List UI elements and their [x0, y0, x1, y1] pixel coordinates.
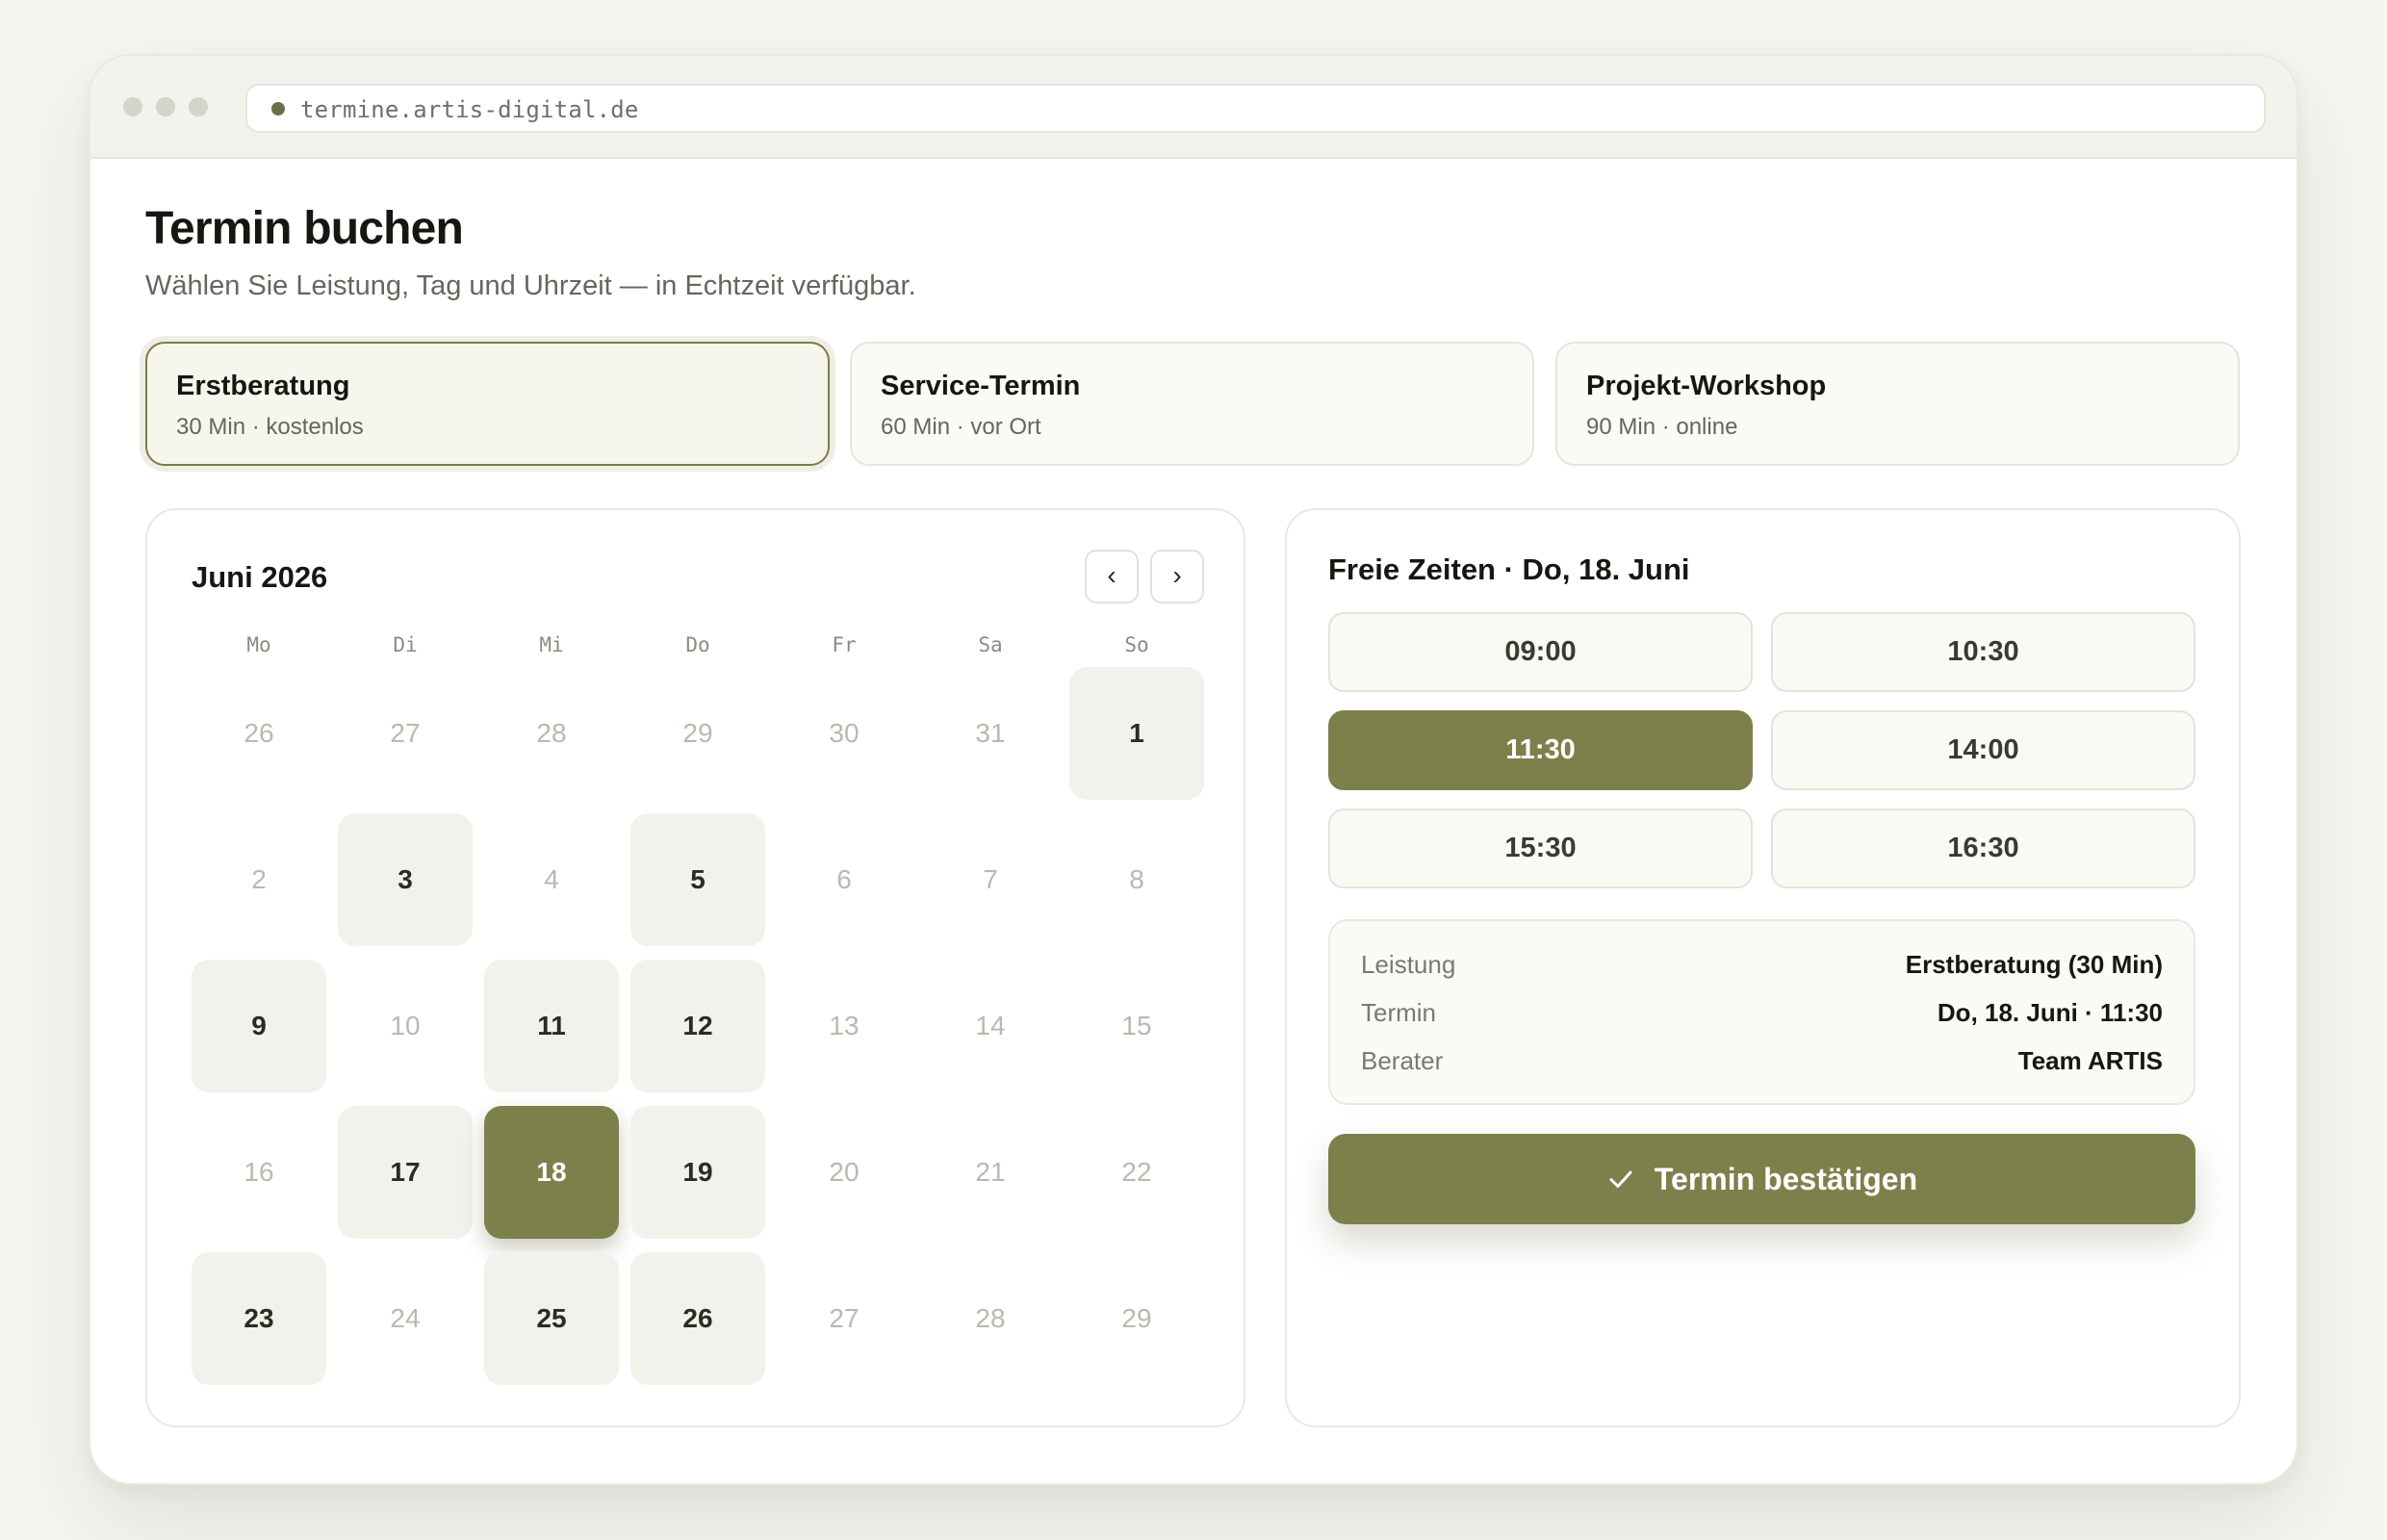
chevron-right-icon: › — [1172, 560, 1182, 590]
service-meta: 60 Min · vor Ort — [881, 414, 1041, 440]
time-slot[interactable]: 14:00 — [1771, 710, 2195, 790]
time-slot[interactable]: 09:00 — [1328, 612, 1753, 692]
page-subtitle: Wählen Sie Leistung, Tag und Uhrzeit — i… — [145, 270, 916, 301]
time-slot[interactable]: 10:30 — [1771, 612, 2195, 692]
weekday-label: Mo — [246, 633, 271, 656]
calendar-day-available[interactable]: 23 — [192, 1252, 326, 1385]
service-meta: 90 Min · online — [1586, 414, 1738, 440]
calendar-panel: Juni 2026 ‹ › Mo Di Mi Do Fr Sa So 26 27 28 29 30 3… — [145, 508, 1245, 1427]
calendar-day-available[interactable]: 26 — [630, 1252, 765, 1385]
calendar-day-unavailable: 15 — [1121, 1011, 1152, 1040]
service-name: Erstberatung — [176, 371, 350, 401]
calendar-day-unavailable: 2 — [251, 864, 267, 894]
calendar-day-unavailable: 30 — [829, 718, 860, 748]
address-url: termine.artis-digital.de — [300, 96, 639, 123]
time-slot[interactable]: 16:30 — [1771, 808, 2195, 888]
service-card-erstberatung[interactable]: Erstberatung 30 Min · kostenlos — [145, 342, 830, 466]
calendar-day-unavailable: 29 — [1121, 1303, 1152, 1333]
calendar-day-unavailable: 7 — [983, 864, 998, 894]
next-month-button[interactable]: › — [1150, 550, 1204, 603]
previous-month-button[interactable]: ‹ — [1085, 550, 1139, 603]
check-icon — [1609, 1170, 1632, 1188]
calendar-day-available[interactable]: 25 — [484, 1252, 619, 1385]
time-slots-panel: Freie Zeiten · Do, 18. Juni 09:00 10:30 11… — [1285, 508, 2241, 1427]
calendar-day-unavailable: 27 — [829, 1303, 860, 1333]
calendar-day-unavailable: 20 — [829, 1157, 860, 1187]
calendar-day-unavailable: 13 — [829, 1011, 860, 1040]
calendar-day-available[interactable]: 17 — [338, 1106, 473, 1239]
weekday-label: Di — [393, 633, 418, 656]
weekday-label: Fr — [832, 633, 857, 656]
summary-row-leistung: Leistung Erstberatung (30 Min) — [1361, 950, 2163, 988]
summary-label: Leistung — [1361, 950, 1456, 979]
confirm-booking-label: Termin bestätigen — [1654, 1161, 1918, 1196]
time-slot-selected[interactable]: 11:30 — [1328, 710, 1753, 790]
calendar-day-unavailable: 10 — [390, 1011, 421, 1040]
summary-label: Termin — [1361, 998, 1437, 1027]
slots-title: Freie Zeiten · Do, 18. Juni — [1328, 552, 1690, 586]
calendar-day-unavailable: 4 — [544, 864, 559, 894]
weekday-label: Do — [685, 633, 710, 656]
calendar-day-unavailable: 16 — [244, 1157, 274, 1187]
calendar-day-unavailable: 14 — [975, 1011, 1006, 1040]
calendar-day-unavailable: 6 — [836, 864, 852, 894]
service-card-projekt-workshop[interactable]: Projekt-Workshop 90 Min · online — [1555, 342, 2240, 466]
summary-value: Team ARTIS — [2017, 1046, 2163, 1075]
calendar-day-unavailable: 28 — [975, 1303, 1006, 1333]
calendar-day-unavailable: 22 — [1121, 1157, 1152, 1187]
weekday-label: Mi — [539, 633, 564, 656]
calendar-day-available[interactable]: 9 — [192, 960, 326, 1092]
booking-summary: Leistung Erstberatung (30 Min) Termin Do… — [1328, 919, 2195, 1105]
calendar-day-unavailable: 27 — [390, 718, 421, 748]
weekday-label: So — [1124, 633, 1149, 656]
window-close-dot[interactable] — [123, 97, 142, 116]
calendar-day-available[interactable]: 12 — [630, 960, 765, 1092]
window-maximize-dot[interactable] — [189, 97, 208, 116]
calendar-day-unavailable: 31 — [975, 718, 1006, 748]
calendar-day-available[interactable]: 5 — [630, 813, 765, 946]
calendar-day-selected[interactable]: 18 — [484, 1106, 619, 1239]
chevron-left-icon: ‹ — [1107, 560, 1116, 590]
calendar-day-unavailable: 28 — [536, 718, 567, 748]
summary-row-berater: Berater Team ARTIS — [1361, 1046, 2163, 1085]
time-slot[interactable]: 15:30 — [1328, 808, 1753, 888]
page-title: Termin buchen — [145, 203, 464, 254]
service-meta: 30 Min · kostenlos — [176, 414, 364, 440]
calendar-day-unavailable: 24 — [390, 1303, 421, 1333]
service-name: Service-Termin — [881, 371, 1081, 401]
calendar-day-available[interactable]: 1 — [1069, 667, 1204, 800]
secure-indicator-icon — [271, 102, 285, 116]
summary-row-termin: Termin Do, 18. Juni · 11:30 — [1361, 998, 2163, 1037]
calendar-day-available[interactable]: 3 — [338, 813, 473, 946]
service-name: Projekt-Workshop — [1586, 371, 1827, 401]
calendar-day-available[interactable]: 11 — [484, 960, 619, 1092]
calendar-day-unavailable: 29 — [682, 718, 713, 748]
calendar-day-unavailable: 26 — [244, 718, 274, 748]
service-card-service-termin[interactable]: Service-Termin 60 Min · vor Ort — [850, 342, 1534, 466]
summary-value: Erstberatung (30 Min) — [1905, 950, 2163, 979]
weekday-label: Sa — [978, 633, 1003, 656]
summary-label: Berater — [1361, 1046, 1444, 1075]
browser-titlebar: termine.artis-digital.de — [90, 56, 2297, 159]
window-controls — [123, 97, 208, 116]
calendar-day-available[interactable]: 19 — [630, 1106, 765, 1239]
confirm-booking-button[interactable]: Termin bestätigen — [1328, 1134, 2195, 1224]
calendar-month-title: Juni 2026 — [192, 560, 328, 594]
address-bar[interactable]: termine.artis-digital.de — [245, 84, 2266, 133]
calendar-day-unavailable: 21 — [975, 1157, 1006, 1187]
summary-value: Do, 18. Juni · 11:30 — [1937, 998, 2163, 1027]
calendar-day-unavailable: 8 — [1129, 864, 1144, 894]
window-minimize-dot[interactable] — [156, 97, 175, 116]
